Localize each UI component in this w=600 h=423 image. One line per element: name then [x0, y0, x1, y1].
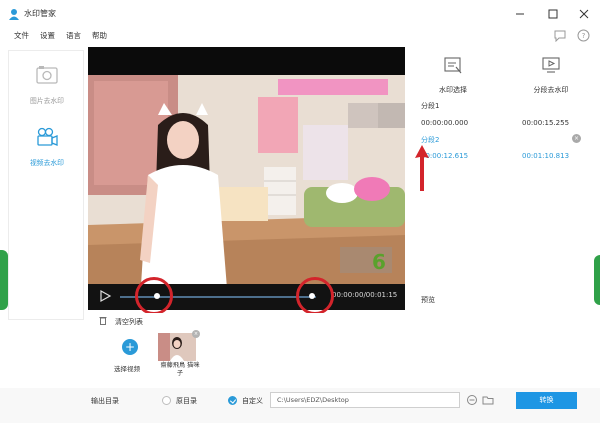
segment-1-end: 00:00:15.255 [522, 119, 570, 127]
radio-original-label[interactable]: 原目录 [176, 396, 197, 406]
thumbnail-name: 齋藤飛鳥 猫咪子 [160, 362, 200, 377]
add-video-label[interactable]: 选择视频 [114, 363, 140, 373]
segment-watermark-button[interactable]: 分段去水印 [516, 53, 586, 99]
sidebar-item-image-watermark[interactable]: 图片去水印 [9, 59, 85, 109]
chat-icon[interactable] [553, 29, 567, 42]
annotation-arrow-icon [415, 145, 429, 191]
menu-language[interactable]: 语言 [66, 30, 81, 41]
decorative-edge [0, 250, 8, 310]
minimize-icon[interactable] [512, 6, 528, 22]
image-icon [36, 66, 58, 84]
video-overlay-badge: 6 [372, 250, 386, 274]
maximize-icon[interactable] [545, 6, 561, 22]
segment-1-start: 00:00:00.000 [421, 119, 469, 127]
convert-button[interactable]: 转换 [516, 392, 577, 409]
segment-delete-icon[interactable]: × [572, 134, 581, 143]
annotation-ring-start [135, 277, 173, 315]
preview-label: 预览 [421, 296, 435, 304]
watermark-select-icon [444, 57, 462, 74]
right-panel: 水印选择 分段去水印 [408, 47, 592, 310]
sidebar-item-video-watermark[interactable]: 视频去水印 [9, 121, 85, 171]
menu-bar: 文件 设置 语言 帮助 [0, 27, 600, 45]
menu-settings[interactable]: 设置 [40, 30, 55, 41]
close-icon[interactable] [576, 6, 592, 22]
watermark-select-button[interactable]: 水印选择 [418, 53, 488, 99]
tool-label: 分段去水印 [533, 86, 569, 94]
sidebar-item-label: 视频去水印 [30, 159, 64, 167]
play-icon[interactable] [98, 289, 112, 303]
segment-watermark-icon [542, 57, 560, 73]
video-thumbnail[interactable] [158, 333, 196, 361]
tool-label: 水印选择 [439, 86, 467, 94]
radio-original[interactable] [162, 396, 171, 405]
title-bar: 水印管家 [0, 0, 600, 28]
remove-thumbnail-icon[interactable]: × [192, 330, 200, 338]
window-title: 水印管家 [24, 9, 56, 18]
plus-icon: + [122, 339, 138, 355]
svg-text:?: ? [582, 32, 586, 40]
clear-list-button[interactable]: 清空列表 [115, 317, 143, 327]
menu-file[interactable]: 文件 [14, 30, 29, 41]
decorative-edge [594, 255, 600, 305]
app-logo-icon [9, 9, 19, 20]
folder-icon[interactable] [482, 394, 494, 406]
output-path-input[interactable] [270, 392, 460, 408]
trash-icon[interactable] [99, 316, 107, 325]
video-preview[interactable]: 6 [88, 47, 405, 310]
radio-custom-label[interactable]: 自定义 [242, 396, 263, 406]
video-frame-image: 6 [88, 75, 405, 301]
help-icon[interactable]: ? [577, 29, 590, 42]
more-options-icon[interactable] [466, 394, 478, 406]
segment-2-end: 00:01:10.813 [522, 152, 570, 160]
segment-1-label[interactable]: 分段1 [421, 101, 439, 111]
video-camera-icon [37, 127, 58, 146]
sidebar-item-label: 图片去水印 [30, 97, 64, 105]
time-readout: 00:00:00/00:01:15 [332, 291, 398, 299]
thumbnail-image [158, 333, 196, 361]
output-dir-label: 输出目录 [91, 397, 119, 405]
sidebar: 图片去水印 视频去水印 [8, 50, 84, 320]
annotation-ring-end [296, 277, 334, 315]
radio-custom[interactable] [228, 396, 237, 405]
menu-help[interactable]: 帮助 [92, 30, 107, 41]
